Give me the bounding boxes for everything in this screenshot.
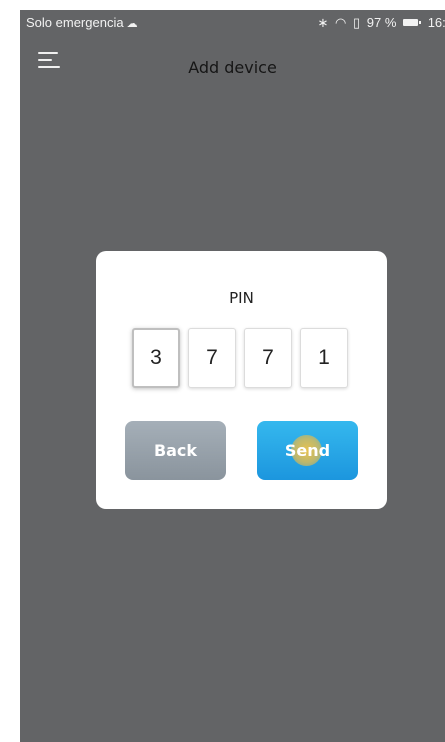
page-title: Add device [188, 58, 277, 77]
cloud-icon: ☁ [126, 18, 138, 30]
send-button-label: Send [284, 441, 331, 460]
pin-digit-2[interactable]: 7 [188, 328, 236, 388]
bluetooth-icon: ∗ [317, 15, 329, 30]
wifi-icon: ◠ [335, 15, 347, 30]
pin-digit-1[interactable]: 3 [132, 328, 180, 388]
status-left: Solo emergencia ☁ [26, 15, 138, 30]
pin-dialog: PIN 3 7 7 1 Back Send [96, 251, 387, 509]
pin-digit-4[interactable]: 1 [300, 328, 348, 388]
battery-icon [403, 19, 422, 26]
app-screen: Solo emergencia☁ ∗ ◠ ▯ 97 % 16:5 PIN 3 7… [20, 10, 445, 742]
pin-digit-3[interactable]: 7 [244, 328, 292, 388]
status-right: ∗ ◠ ▯ 97 % 16:5 [315, 15, 445, 31]
send-button[interactable]: Send [257, 421, 358, 480]
sim-icon: ▯ [353, 15, 361, 30]
dialog-title: PIN [229, 289, 254, 307]
status-bar: Solo emergencia☁ ∗ ◠ ▯ 97 % 16:5 [20, 10, 445, 34]
clock: 16:5 [427, 15, 445, 30]
carrier-text: Solo emergencia [26, 15, 124, 30]
battery-percent: 97 % [366, 15, 397, 30]
back-button[interactable]: Back [125, 421, 226, 480]
